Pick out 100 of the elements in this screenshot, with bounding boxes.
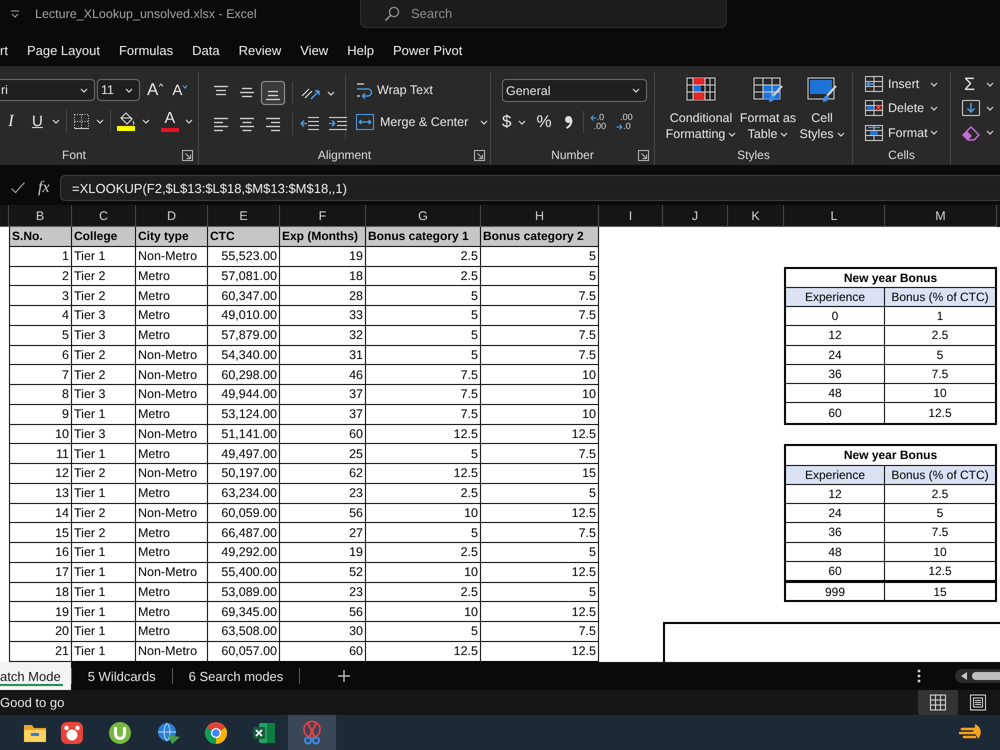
- italic-button[interactable]: I: [6, 111, 16, 131]
- table-cell: Tier 3: [72, 326, 136, 346]
- normal-view-icon[interactable]: [918, 690, 958, 715]
- align-bottom-icon[interactable]: [261, 81, 285, 105]
- dialog-launcher-icon[interactable]: [474, 150, 485, 160]
- comma-style-icon[interactable]: [564, 115, 573, 129]
- table-cell: 5: [366, 444, 481, 464]
- caret-icon[interactable]: [96, 118, 104, 124]
- menu-tab[interactable]: Page Layout: [26, 43, 100, 63]
- caret-icon[interactable]: [632, 88, 640, 93]
- eraser-icon[interactable]: [962, 124, 980, 141]
- window-title: Lecture_XLookup_unsolved.xlsx - Excel: [35, 7, 258, 21]
- decrease-decimal-button[interactable]: .00 .0: [616, 113, 633, 131]
- table-cell: 7.5: [481, 523, 599, 543]
- caret-icon[interactable]: [780, 132, 788, 138]
- merge-center-button[interactable]: Merge & Center: [356, 112, 488, 132]
- table-cell: Metro: [136, 582, 208, 602]
- caret-icon[interactable]: [836, 132, 845, 138]
- sheet-tab[interactable]: atch Mode: [0, 662, 71, 690]
- increase-decimal-button[interactable]: .0 .00: [590, 113, 606, 131]
- column-header: CTC: [208, 227, 280, 247]
- formula-input[interactable]: =XLOOKUP(F2,$L$13:$L$18,$M$13:$M$18,,1): [60, 175, 1000, 201]
- table-cell: Tier 2: [72, 266, 136, 286]
- caret-icon[interactable]: [986, 82, 994, 87]
- shrink-font-button[interactable]: A: [172, 82, 188, 98]
- decrease-indent-icon[interactable]: [300, 115, 320, 133]
- group-label: Styles: [737, 148, 770, 162]
- caret-icon[interactable]: [327, 90, 335, 96]
- caret-icon[interactable]: [184, 118, 193, 124]
- menu-tab[interactable]: View: [300, 43, 328, 63]
- table-cell: 2.5: [366, 582, 481, 602]
- increase-indent-icon[interactable]: [328, 115, 348, 133]
- table-cell: 57,081.00: [208, 266, 280, 286]
- cells-button[interactable]: Delete: [865, 97, 924, 120]
- percent-button[interactable]: %: [536, 112, 552, 132]
- cells-button[interactable]: Insert: [865, 73, 920, 96]
- more-options-icon[interactable]: [917, 669, 921, 683]
- caret-icon[interactable]: [728, 132, 736, 138]
- caret-icon[interactable]: [125, 88, 133, 92]
- number-format-dropdown[interactable]: General: [502, 79, 647, 102]
- menu-tab[interactable]: Review: [238, 43, 282, 63]
- cells-button[interactable]: Format: [865, 122, 928, 144]
- table-cell: 2.5: [366, 246, 481, 266]
- sheet-tab[interactable]: 5 Wildcards: [72, 662, 172, 690]
- table-cell: 48: [786, 542, 885, 562]
- caret-icon[interactable]: [930, 82, 938, 87]
- caret-icon[interactable]: [52, 118, 60, 124]
- dialog-launcher-icon[interactable]: [182, 150, 193, 160]
- menu-tab[interactable]: Formulas: [118, 43, 174, 63]
- ring-logo-icon[interactable]: [203, 720, 229, 746]
- table-cell: 5: [885, 504, 995, 524]
- font-name-dropdown[interactable]: ri: [0, 79, 95, 101]
- table-cell: Tier 1: [72, 404, 136, 424]
- merge-cells-icon: [356, 114, 374, 130]
- menu-tab[interactable]: Help: [347, 43, 374, 63]
- mu-circle-app-icon[interactable]: [107, 720, 133, 746]
- caret-icon[interactable]: [480, 120, 488, 124]
- search-icon: [384, 6, 400, 22]
- dialog-launcher-icon[interactable]: [638, 150, 649, 160]
- column-header: Experience: [786, 288, 885, 307]
- fill-down-icon[interactable]: [962, 100, 980, 116]
- style-gallery-button[interactable]: Conditional Formatting: [666, 77, 736, 145]
- caret-icon[interactable]: [986, 130, 994, 136]
- sheet-tab[interactable]: 6 Search modes: [172, 662, 300, 690]
- search-field[interactable]: Search: [360, 0, 727, 28]
- caret-icon[interactable]: [930, 130, 938, 136]
- menu-tab[interactable]: Power Pivot: [392, 43, 462, 63]
- menu-tab[interactable]: Data: [192, 43, 220, 63]
- menu-tab[interactable]: rt: [0, 43, 8, 63]
- enter-check-icon[interactable]: [10, 181, 26, 195]
- wrap-text-button[interactable]: Wrap Text: [356, 80, 488, 100]
- customize-toolbar-icon[interactable]: [10, 10, 20, 18]
- caret-icon[interactable]: [986, 106, 994, 111]
- scroll-left-icon[interactable]: [961, 672, 967, 680]
- table-cell: 60,059.00: [208, 504, 280, 524]
- horizontal-scrollbar[interactable]: [955, 669, 1000, 683]
- font-color-button[interactable]: A: [160, 110, 179, 132]
- autosum-button[interactable]: Σ: [964, 74, 978, 95]
- table-cell: 31: [280, 346, 366, 366]
- font-size-dropdown[interactable]: 11: [97, 79, 140, 101]
- add-sheet-icon[interactable]: [338, 670, 350, 682]
- table-cell: 60: [786, 403, 885, 422]
- style-gallery-button[interactable]: Format as Table: [740, 77, 796, 145]
- style-gallery-button[interactable]: Cell Styles: [800, 77, 844, 145]
- caret-icon[interactable]: [80, 88, 88, 92]
- currency-button[interactable]: $: [502, 112, 512, 132]
- table-cell: 999: [786, 581, 885, 600]
- caret-icon[interactable]: [930, 106, 938, 111]
- paw-app-icon[interactable]: [59, 720, 85, 746]
- table-cell: 19: [9, 602, 72, 622]
- fill-color-icon[interactable]: [116, 112, 135, 130]
- scissors-icon[interactable]: [288, 715, 336, 750]
- grow-font-button[interactable]: A: [147, 80, 164, 100]
- borders-icon[interactable]: [72, 112, 90, 130]
- scrollbar-thumb[interactable]: [972, 672, 1000, 680]
- underline-button[interactable]: U: [32, 112, 43, 130]
- table-cell: 12.5: [366, 464, 481, 484]
- caret-icon[interactable]: [518, 120, 526, 124]
- insert-function-button[interactable]: fx: [38, 175, 50, 201]
- caret-icon[interactable]: [142, 118, 150, 124]
